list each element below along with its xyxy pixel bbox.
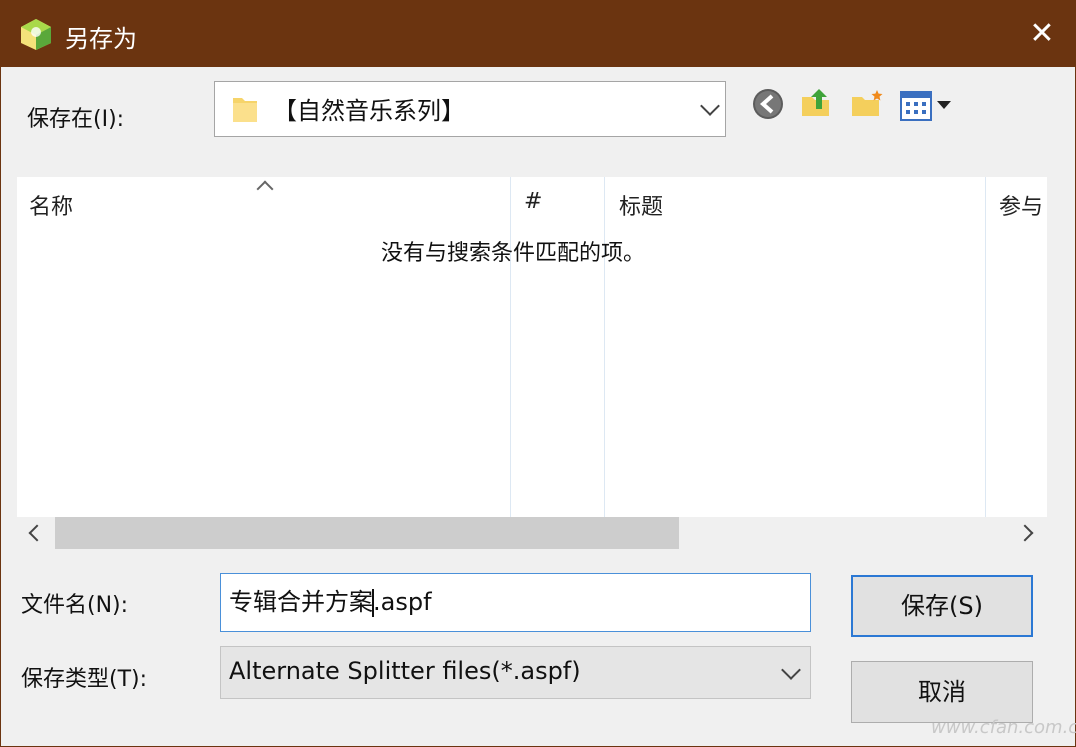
- empty-message: 没有与搜索条件匹配的项。: [381, 241, 646, 266]
- filename-label: 文件名(N):: [21, 593, 129, 618]
- chevron-down-icon[interactable]: [781, 659, 801, 680]
- filename-text-after-caret: .aspf: [373, 588, 432, 616]
- filetype-select[interactable]: Alternate Splitter files(*.aspf): [220, 646, 811, 699]
- close-icon: ✕: [1029, 16, 1055, 51]
- save-as-dialog: 另存为 ✕ 保存在(I): 【自然音乐系列】 名称 # 标题 参与 没有与搜索条…: [0, 0, 1076, 747]
- column-header-name[interactable]: 名称: [29, 189, 73, 221]
- folder-icon: [233, 98, 257, 122]
- column-header-contributing-artists[interactable]: 参与: [999, 189, 1043, 221]
- title-bar: 另存为 ✕: [1, 1, 1075, 67]
- location-combobox[interactable]: 【自然音乐系列】: [214, 81, 726, 137]
- new-folder-icon[interactable]: [849, 87, 883, 121]
- filetype-label: 保存类型(T):: [21, 667, 148, 692]
- location-value: 【自然音乐系列】: [273, 97, 465, 125]
- sort-ascending-icon: [256, 180, 274, 198]
- scroll-right-icon[interactable]: [1016, 524, 1034, 542]
- scroll-left-icon[interactable]: [28, 524, 46, 542]
- app-icon: [21, 19, 51, 50]
- filename-input[interactable]: 专辑合并方案.aspf: [220, 573, 811, 632]
- back-icon[interactable]: [751, 87, 785, 121]
- horizontal-scrollbar[interactable]: [17, 517, 1047, 549]
- column-divider[interactable]: [604, 177, 605, 517]
- filename-value: 专辑合并方案.aspf: [229, 582, 432, 617]
- view-menu-icon[interactable]: [899, 89, 955, 123]
- file-list[interactable]: 名称 # 标题 参与 没有与搜索条件匹配的项。: [17, 177, 1047, 549]
- column-divider[interactable]: [510, 177, 511, 517]
- scrollbar-thumb[interactable]: [55, 517, 679, 549]
- location-label: 保存在(I):: [27, 107, 125, 132]
- column-header-title[interactable]: 标题: [619, 189, 663, 221]
- column-header-number[interactable]: #: [524, 189, 542, 214]
- cancel-button[interactable]: 取消: [851, 661, 1033, 723]
- chevron-down-icon[interactable]: [700, 96, 720, 116]
- close-button[interactable]: ✕: [1021, 13, 1063, 55]
- filename-text-before-caret: 专辑合并方案: [229, 588, 373, 616]
- up-folder-icon[interactable]: [799, 85, 833, 119]
- filetype-value: Alternate Splitter files(*.aspf): [229, 657, 581, 685]
- window-title: 另存为: [65, 25, 137, 53]
- save-button[interactable]: 保存(S): [851, 575, 1033, 637]
- watermark: www.cfan.com.cn: [931, 717, 1076, 738]
- column-divider[interactable]: [985, 177, 986, 517]
